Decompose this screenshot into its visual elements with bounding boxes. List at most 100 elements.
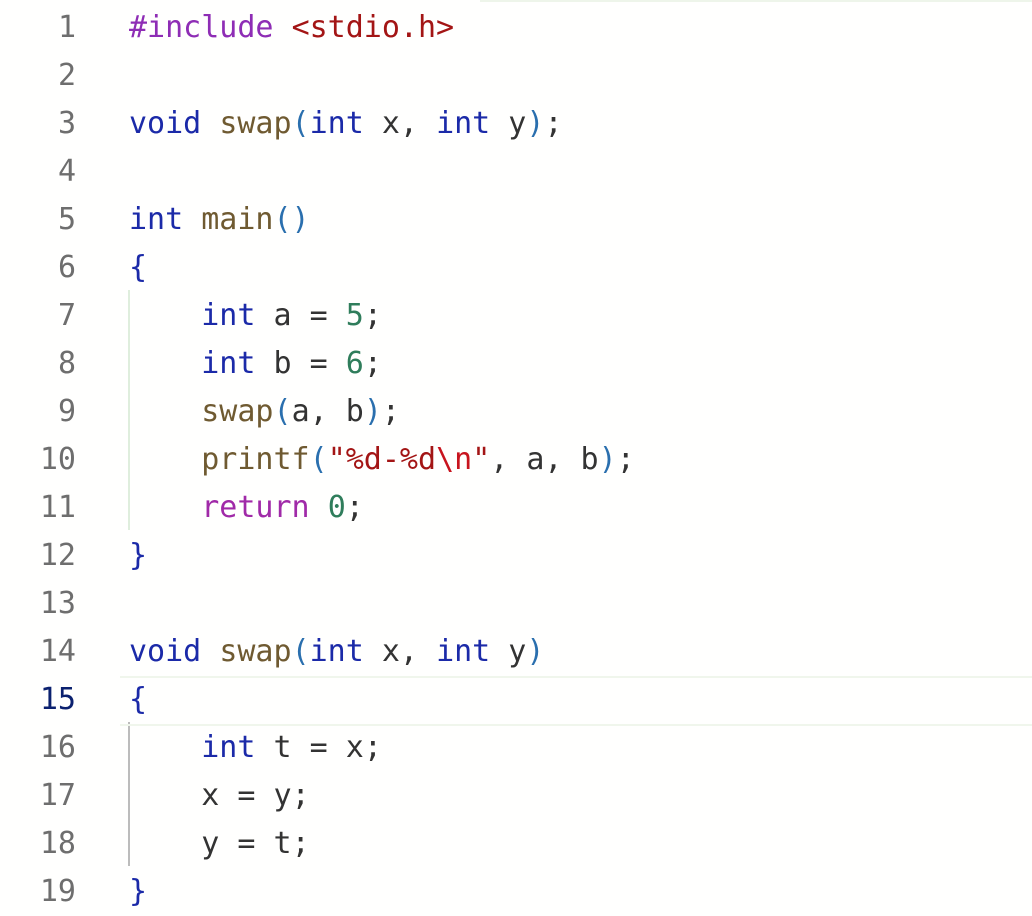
line-number: 4 (57, 154, 76, 189)
code-text: { (129, 676, 147, 724)
line-number: 2 (57, 58, 76, 93)
code-line[interactable]: 12} (0, 532, 1032, 580)
code-token: y (490, 106, 527, 141)
code-token: int (201, 730, 256, 765)
code-token: ; (291, 778, 310, 813)
code-token: int (129, 202, 184, 237)
line-number: 16 (39, 730, 76, 765)
code-token: { (129, 682, 148, 717)
code-token: x = y (201, 778, 292, 813)
code-token: swap (219, 106, 292, 141)
code-line[interactable]: 2 (0, 52, 1032, 100)
line-number: 18 (39, 826, 76, 861)
code-token: int (309, 634, 364, 669)
code-token: void (129, 634, 202, 669)
code-token: } (129, 538, 148, 573)
code-token: 0 (327, 490, 346, 525)
code-line[interactable]: 1 #include <stdio.h> (0, 4, 1032, 52)
code-line[interactable]: 9 swap(a, b); (0, 388, 1032, 436)
line-number: 12 (39, 538, 76, 573)
code-token: ) (598, 442, 617, 477)
code-token: swap (219, 634, 292, 669)
code-token: ; (363, 346, 382, 381)
line-number: 5 (57, 202, 76, 237)
code-line[interactable]: 5 int main() (0, 196, 1032, 244)
code-token: int (436, 634, 491, 669)
code-token: 6 (345, 346, 364, 381)
code-token: ; (363, 730, 382, 765)
code-text: printf("%d-%d\n", a, b); (129, 436, 635, 484)
code-text: int a = 5; (129, 292, 382, 340)
line-number: 3 (57, 106, 76, 141)
code-line[interactable]: 17 x = y; (0, 772, 1032, 820)
code-token: , a, b (490, 442, 599, 477)
code-token: \n (436, 442, 473, 477)
code-line[interactable]: 13 (0, 580, 1032, 628)
code-token: int (309, 106, 364, 141)
line-number: 11 (39, 490, 76, 525)
code-text: y = t; (129, 820, 310, 868)
line-number: 17 (39, 778, 76, 813)
line-number: 14 (39, 634, 76, 669)
code-text: #include <stdio.h> (129, 4, 454, 52)
code-line[interactable]: 16 int t = x; (0, 724, 1032, 772)
code-line[interactable]: 18 y = t; (0, 820, 1032, 868)
code-token: ) (526, 634, 545, 669)
code-text: x = y; (129, 772, 310, 820)
code-text: void swap(int x, int y); (129, 100, 563, 148)
code-token: int (201, 298, 256, 333)
line-number: 13 (39, 586, 76, 621)
code-line[interactable]: 3 void swap(int x, int y); (0, 100, 1032, 148)
code-line[interactable]: 11 return 0; (0, 484, 1032, 532)
code-text: void swap(int x, int y) (129, 628, 544, 676)
code-token: swap (201, 394, 274, 429)
code-token: int (436, 106, 491, 141)
code-editor[interactable]: 1 #include <stdio.h> 2 3 void swap(int x, in… (0, 0, 1032, 914)
line-number: 9 (57, 394, 76, 429)
code-line[interactable]: 7 int a = 5; (0, 292, 1032, 340)
code-token: void (129, 106, 202, 141)
code-token: y = t (201, 826, 292, 861)
code-text: { (129, 244, 147, 292)
code-line[interactable]: 19} (0, 868, 1032, 916)
code-token: 5 (345, 298, 364, 333)
code-token: ; (345, 490, 364, 525)
code-token: ) (363, 394, 382, 429)
code-token: t = x (255, 730, 364, 765)
code-line[interactable]: 4 (0, 148, 1032, 196)
code-token: b = (255, 346, 346, 381)
code-line[interactable]: 6{ (0, 244, 1032, 292)
code-text: } (129, 532, 147, 580)
code-token: ; (291, 826, 310, 861)
code-token: y (490, 634, 527, 669)
find-widget-edge (480, 0, 1032, 2)
code-line[interactable]: 15 { (0, 676, 1032, 726)
code-token: { (129, 250, 148, 285)
code-token: } (129, 874, 148, 909)
line-number: 6 (57, 250, 76, 285)
code-token: x, (363, 634, 437, 669)
code-token: return (201, 490, 310, 525)
code-token: () (273, 202, 310, 237)
code-line[interactable]: 10 printf("%d-%d\n", a, b); (0, 436, 1032, 484)
current-line-highlight (120, 676, 1032, 726)
code-token: ; (381, 394, 400, 429)
code-token: ( (273, 394, 292, 429)
code-line[interactable]: 14 void swap(int x, int y) (0, 628, 1032, 676)
code-token: printf (201, 442, 310, 477)
code-token: ; (363, 298, 382, 333)
code-token: a = (255, 298, 346, 333)
line-number: 7 (57, 298, 76, 333)
code-token: ) (526, 106, 545, 141)
code-line[interactable]: 8 int b = 6; (0, 340, 1032, 388)
